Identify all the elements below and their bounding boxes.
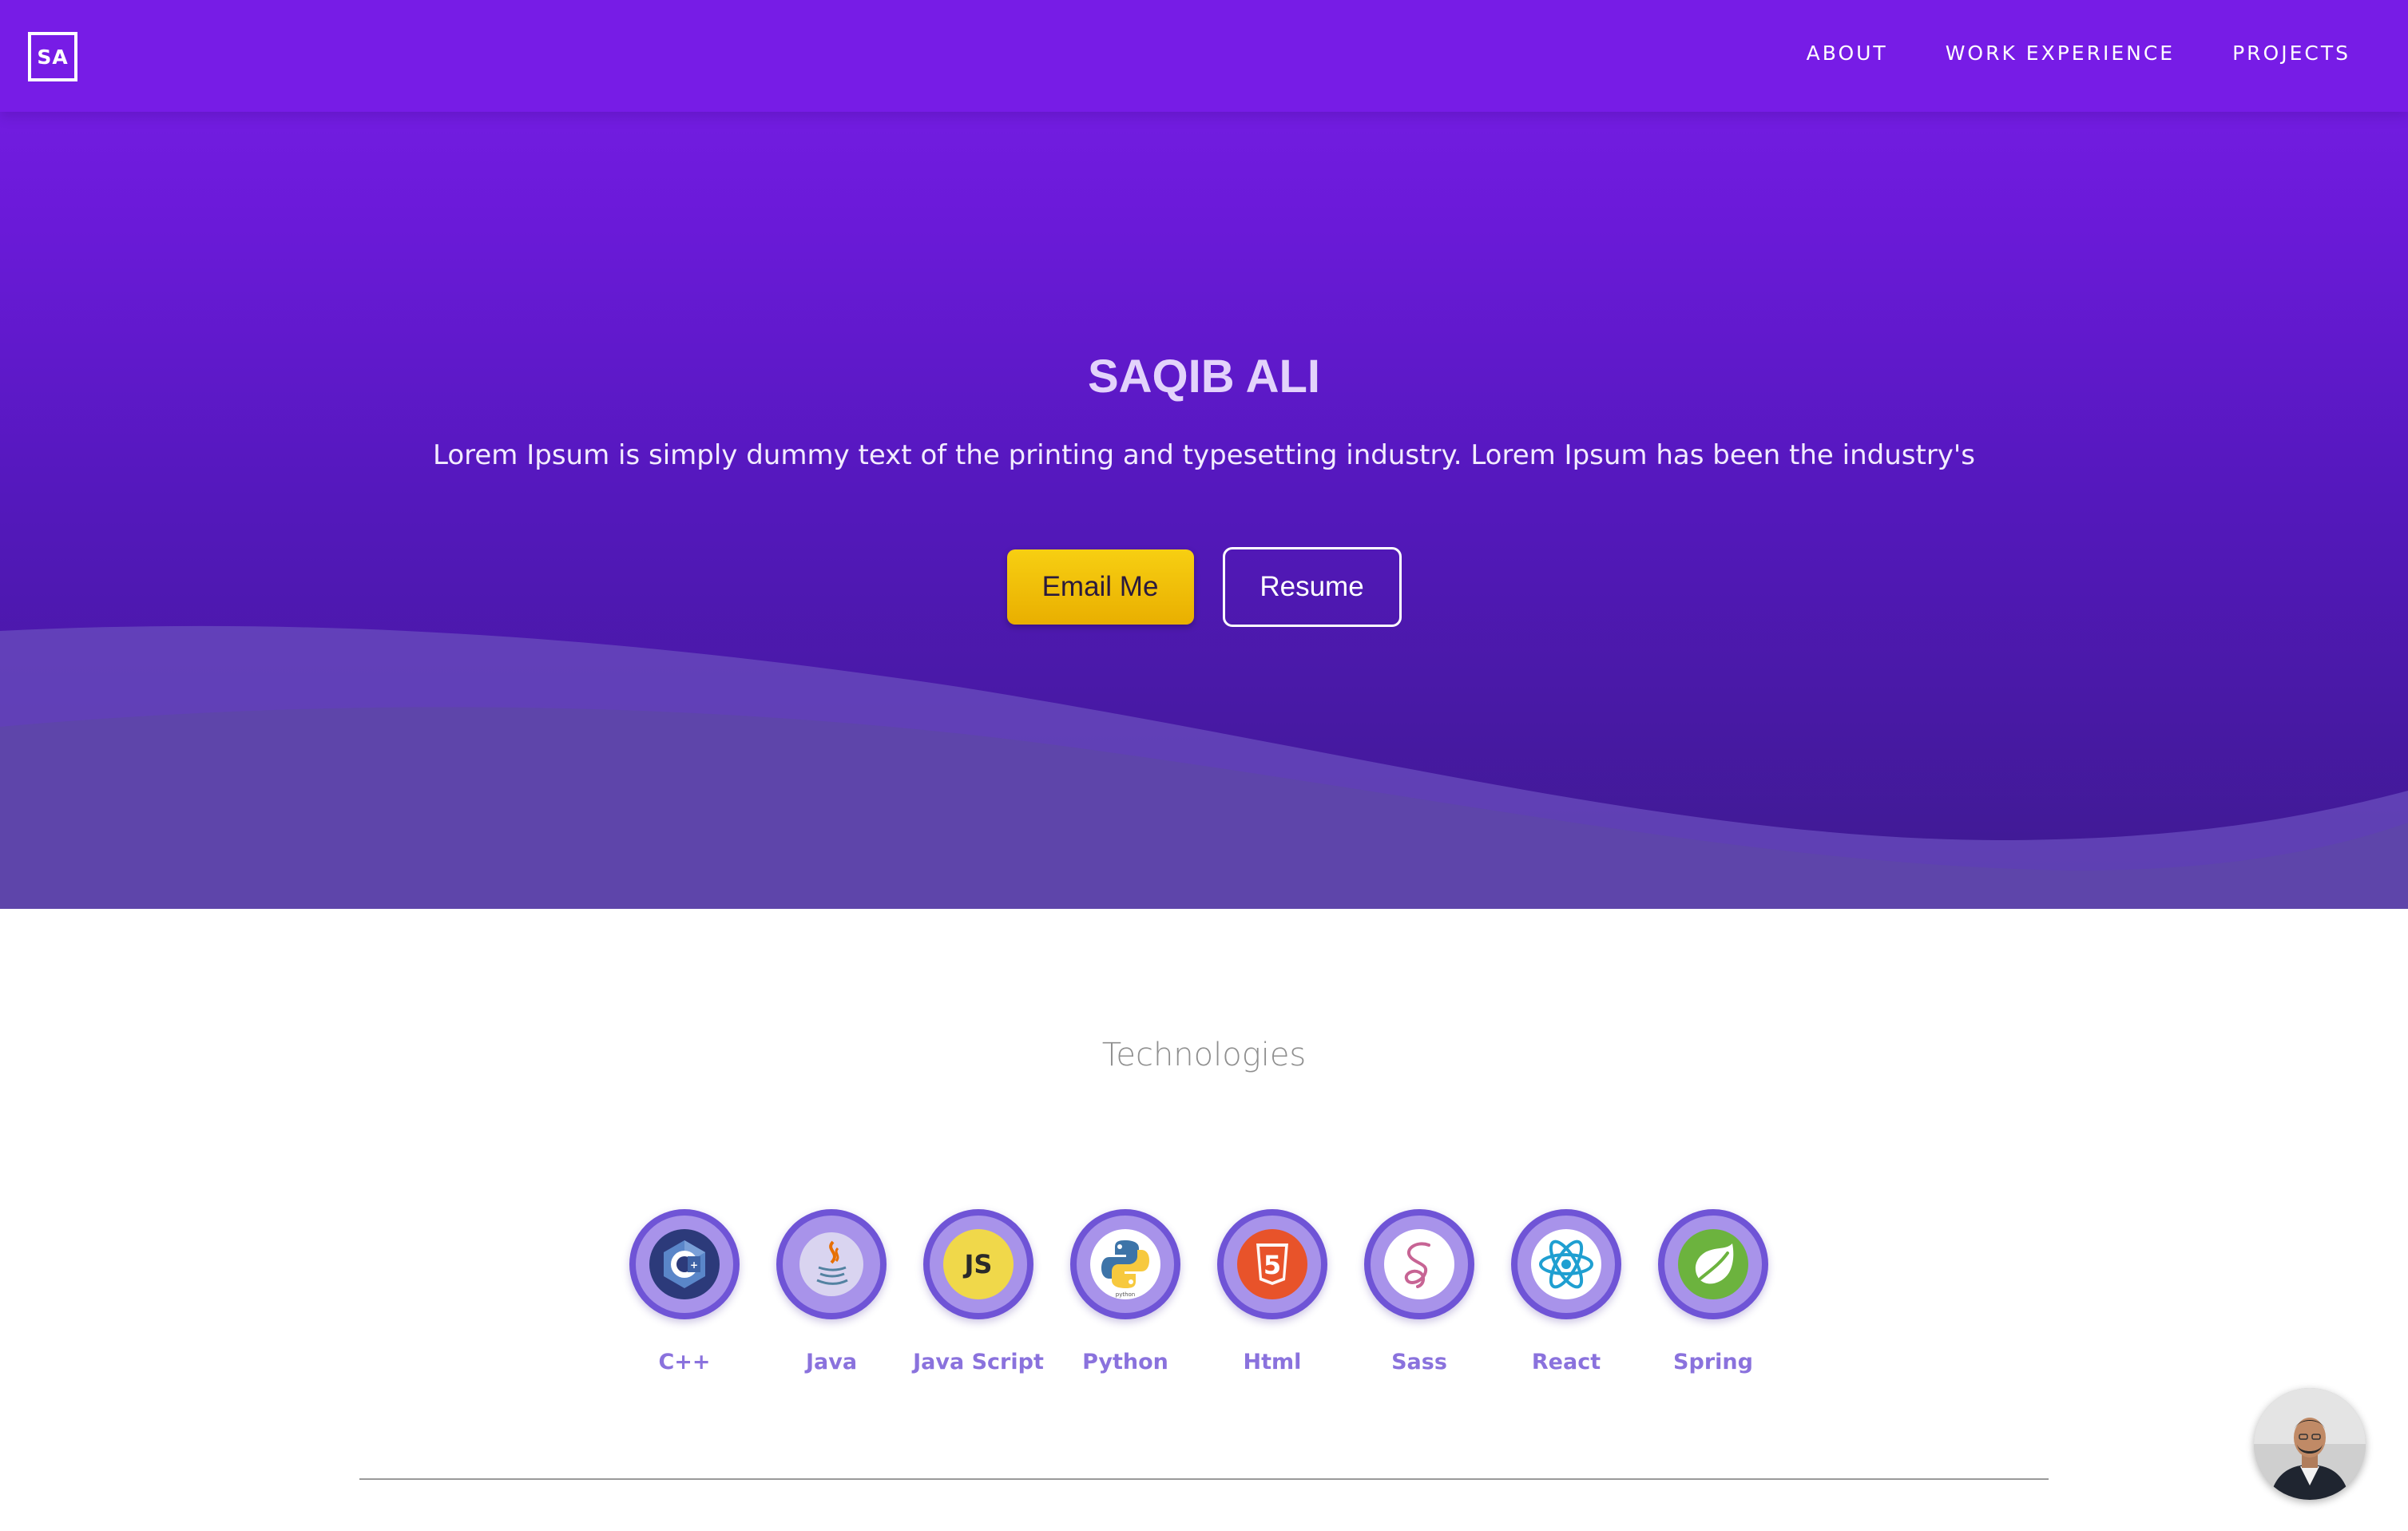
hero-section: SAQIB ALI Lorem Ipsum is simply dummy te… [0, 0, 2408, 909]
spring-icon [1678, 1229, 1748, 1299]
tech-item-spring[interactable]: Spring [1658, 1209, 1768, 1374]
tech-item-java[interactable]: Java [776, 1209, 887, 1374]
nav-link-projects[interactable]: PROJECTS [2232, 42, 2350, 65]
tech-ring: + [629, 1209, 740, 1319]
tech-label: Java Script [913, 1350, 1044, 1374]
react-icon [1531, 1229, 1601, 1299]
tech-item-react[interactable]: React [1511, 1209, 1621, 1374]
tech-label: Sass [1391, 1350, 1447, 1374]
avatar[interactable] [2254, 1388, 2366, 1500]
nav-link-work-experience[interactable]: WORK EXPERIENCE [1946, 42, 2175, 65]
tech-item-javascript[interactable]: JS Java Script [913, 1209, 1044, 1374]
tech-label: C++ [658, 1350, 711, 1374]
nav-links: ABOUT WORK EXPERIENCE PROJECTS [1807, 42, 2350, 65]
java-icon [799, 1232, 863, 1296]
javascript-icon: JS [943, 1229, 1014, 1299]
resume-button[interactable]: Resume [1222, 547, 1402, 627]
sass-icon [1384, 1229, 1454, 1299]
svg-text:5: 5 [1264, 1250, 1281, 1280]
tech-ring [1364, 1209, 1474, 1319]
tech-item-sass[interactable]: Sass [1364, 1209, 1474, 1374]
email-me-button[interactable]: Email Me [1006, 549, 1194, 625]
tech-ring: 5 [1217, 1209, 1327, 1319]
tech-label: Java [805, 1350, 858, 1374]
technologies-list: + C++ Java JS Java Script python Python … [629, 1209, 1768, 1374]
tech-ring [1511, 1209, 1621, 1319]
hero-buttons: Email Me Resume [0, 547, 2408, 627]
tech-label: React [1531, 1350, 1601, 1374]
tech-item-python[interactable]: python Python [1070, 1209, 1180, 1374]
svg-text:JS: JS [963, 1249, 993, 1279]
tech-label: Html [1243, 1350, 1302, 1374]
tech-label: Spring [1673, 1350, 1753, 1374]
profile-photo [2254, 1388, 2366, 1500]
nav-link-about[interactable]: ABOUT [1807, 42, 1888, 65]
cpp-icon: + [649, 1229, 720, 1299]
html5-icon: 5 [1237, 1229, 1307, 1299]
python-icon: python [1090, 1229, 1160, 1299]
svg-text:python: python [1116, 1291, 1136, 1298]
technologies-heading: Technologies [1101, 1037, 1307, 1073]
tech-item-html[interactable]: 5 Html [1217, 1209, 1327, 1374]
tech-ring: python [1070, 1209, 1180, 1319]
tech-ring [1658, 1209, 1768, 1319]
logo[interactable]: SA [28, 32, 77, 81]
section-divider [359, 1478, 2049, 1480]
tech-ring [776, 1209, 887, 1319]
hero-tagline: Lorem Ipsum is simply dummy text of the … [433, 439, 1975, 471]
tech-label: Python [1082, 1350, 1168, 1374]
tech-item-cpp[interactable]: + C++ [629, 1209, 740, 1374]
hero-name: SAQIB ALI [1087, 351, 1321, 403]
svg-text:+: + [690, 1259, 698, 1271]
navbar: SA ABOUT WORK EXPERIENCE PROJECTS [0, 0, 2408, 112]
tech-ring: JS [923, 1209, 1033, 1319]
